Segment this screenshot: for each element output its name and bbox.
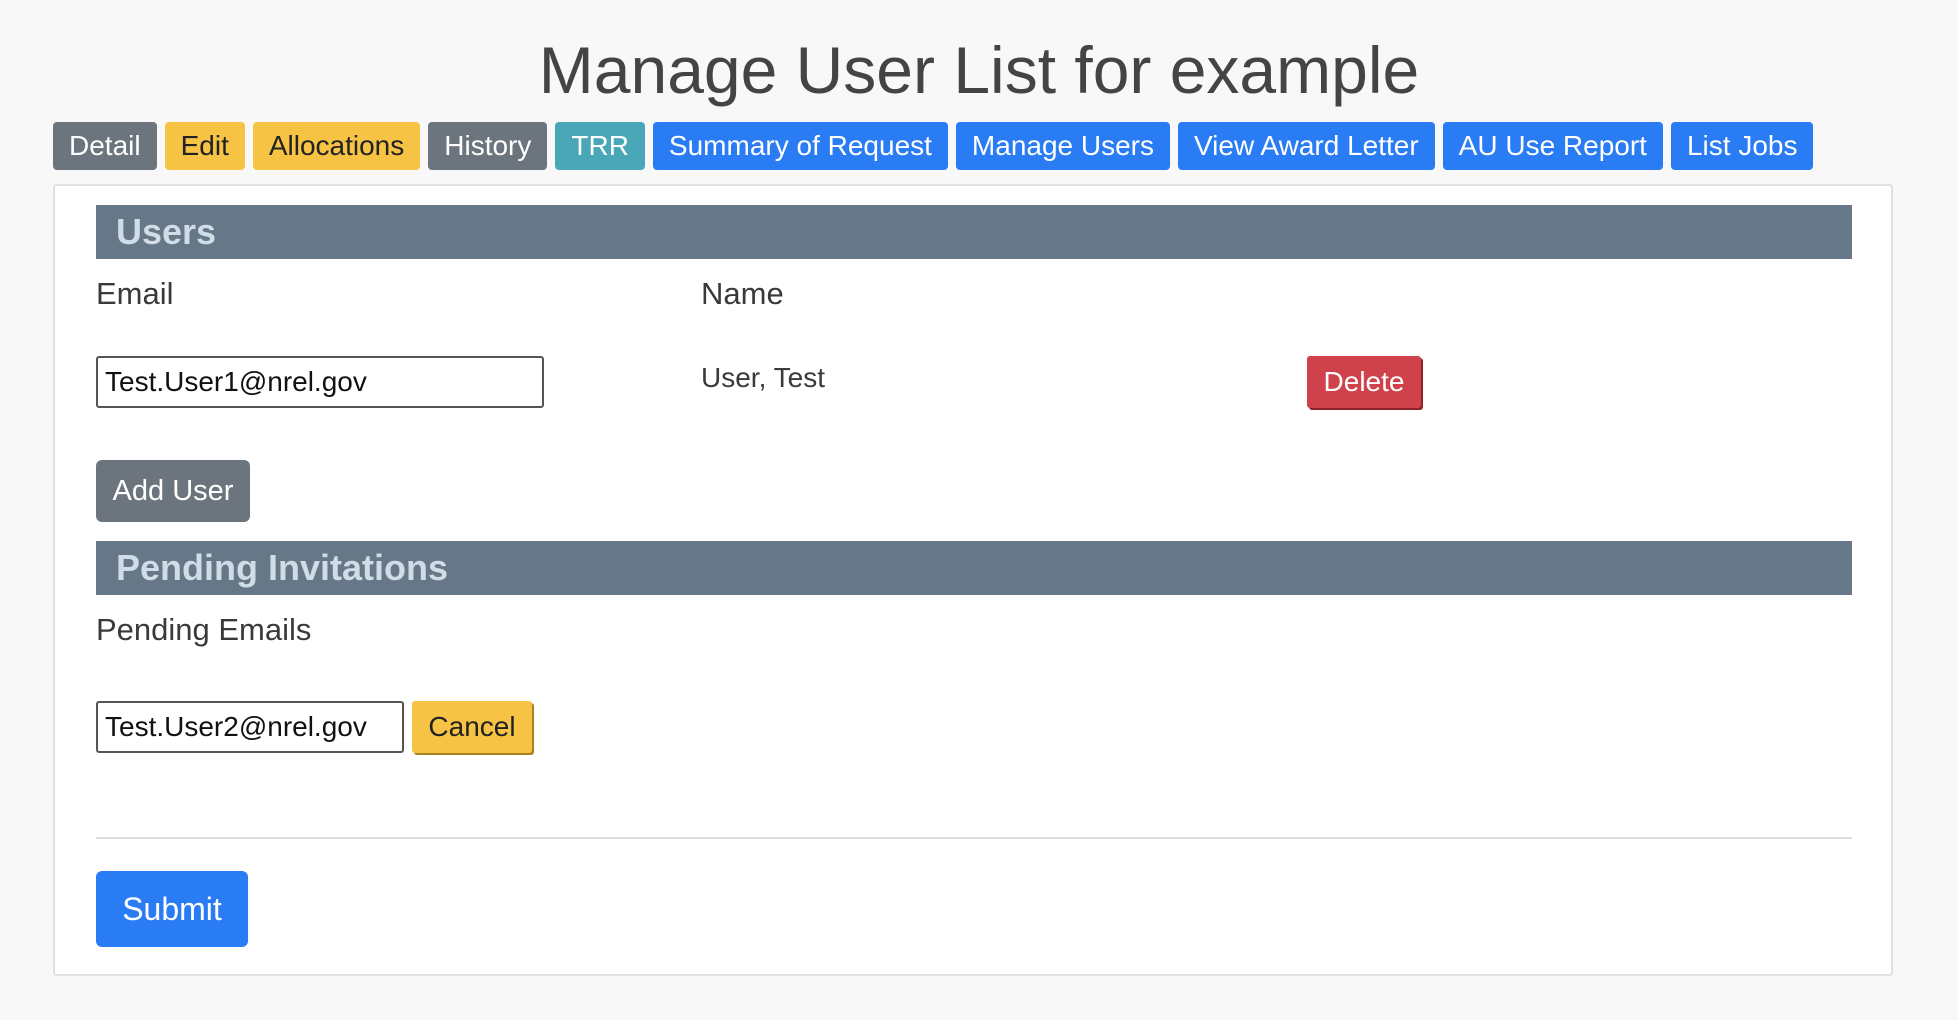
page-title: Manage User List for example: [0, 30, 1958, 110]
form-divider: [96, 837, 1852, 839]
tab-bar: Detail Edit Allocations History TRR Summ…: [53, 122, 1813, 170]
users-section-header: Users: [96, 205, 1852, 259]
pending-invitations-header: Pending Invitations: [96, 541, 1852, 595]
delete-user-button[interactable]: Delete: [1307, 356, 1421, 408]
tab-history[interactable]: History: [428, 122, 547, 170]
tab-view-award-letter[interactable]: View Award Letter: [1178, 122, 1435, 170]
tab-edit[interactable]: Edit: [165, 122, 245, 170]
pending-emails-label: Pending Emails: [96, 612, 311, 648]
manage-users-card: Users Email Name User, Test Delete Add U…: [53, 184, 1893, 976]
user-name: User, Test: [701, 362, 825, 394]
user-email-input[interactable]: [96, 356, 544, 408]
name-column-label: Name: [701, 276, 784, 312]
tab-manage-users[interactable]: Manage Users: [956, 122, 1170, 170]
tab-trr[interactable]: TRR: [555, 122, 645, 170]
tab-allocations[interactable]: Allocations: [253, 122, 420, 170]
tab-list-jobs[interactable]: List Jobs: [1671, 122, 1814, 170]
cancel-invitation-button[interactable]: Cancel: [412, 701, 532, 753]
pending-email-input[interactable]: [96, 701, 404, 753]
submit-button[interactable]: Submit: [96, 871, 248, 947]
add-user-button[interactable]: Add User: [96, 460, 250, 522]
tab-detail[interactable]: Detail: [53, 122, 157, 170]
email-column-label: Email: [96, 276, 174, 312]
tab-summary-of-request[interactable]: Summary of Request: [653, 122, 948, 170]
tab-au-use-report[interactable]: AU Use Report: [1443, 122, 1663, 170]
